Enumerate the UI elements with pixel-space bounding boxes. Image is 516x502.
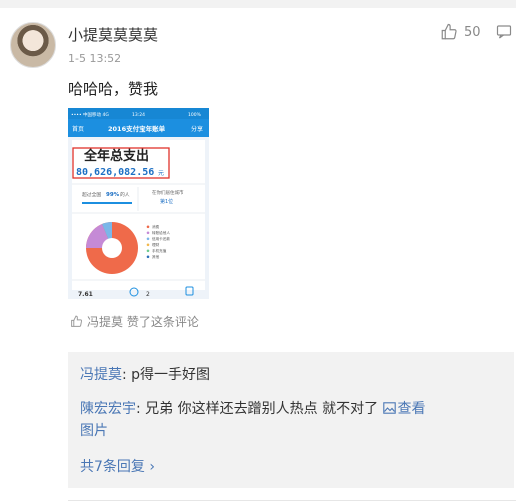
nav-share: 分享: [191, 125, 203, 133]
legend-dot: [146, 243, 150, 247]
legend-label: 理财: [152, 242, 160, 247]
rank-label: 在你们居住城市: [152, 189, 184, 196]
total-amount: 80,626,082.56: [76, 167, 154, 178]
comment-username[interactable]: 小提莫莫莫莫: [68, 24, 158, 45]
legend-dot: [146, 255, 150, 259]
beat-suffix: 的人: [120, 191, 130, 198]
nav-title: 2016支付宝年账单: [108, 124, 166, 133]
liked-by[interactable]: 冯提莫 赞了这条评论: [70, 313, 199, 330]
reply-box: 冯提莫: p得一手好图 陳宏宏宇: 兄弟 你这样还去蹭别人热点 就不对了 查看图…: [68, 352, 514, 488]
status-battery: 100%: [188, 112, 202, 118]
legend-dot: [146, 231, 150, 235]
status-time: 13:24: [132, 112, 145, 118]
status-carrier: •••• 中国移动 4G: [71, 111, 109, 118]
legend-label: 手机充值: [152, 248, 167, 253]
comment-text: 哈哈哈，赞我: [68, 80, 159, 98]
legend-label: 转账给他人: [152, 230, 170, 235]
reply-text: : 兄弟 你这样还去蹭别人热点 就不对了: [136, 401, 383, 417]
legend-dot: [146, 225, 150, 229]
nav-back: 首页: [72, 125, 84, 133]
bottom-right-value: 2: [146, 291, 150, 298]
reply-text: : p得一手好图: [122, 367, 211, 383]
legend-dot: [146, 249, 150, 253]
thumbs-up-icon: [71, 315, 83, 327]
reply-item: 陳宏宏宇: 兄弟 你这样还去蹭别人热点 就不对了 查看 图片: [80, 398, 502, 442]
like-count: 50: [464, 24, 481, 40]
comment-time: 1-5 13:52: [68, 52, 122, 65]
more-replies-link[interactable]: 共7条回复 ›: [80, 456, 155, 476]
legend-label: 信用卡还款: [152, 236, 170, 241]
bottom-left-value: 7.61: [78, 291, 93, 298]
total-unit: 元: [158, 170, 164, 177]
top-divider: [0, 0, 516, 8]
image-icon: [382, 402, 396, 414]
view-image-link-wrap: 图片: [80, 423, 108, 439]
beat-label: 超过全国: [82, 191, 101, 198]
divider: [68, 500, 516, 501]
liked-by-text: 冯提莫 赞了这条评论: [87, 315, 199, 329]
legend-label: 消费: [152, 224, 160, 229]
thumbs-up-icon: [441, 23, 457, 40]
reply-item: 冯提莫: p得一手好图: [80, 364, 500, 386]
beat-value: 99%: [106, 192, 120, 198]
legend-label: 其他: [152, 254, 160, 259]
total-label: 全年总支出: [83, 148, 149, 164]
reply-user[interactable]: 陳宏宏宇: [80, 401, 136, 417]
legend-dot: [146, 237, 150, 241]
alipay-bill-screenshot: •••• 中国移动 4G 13:24 100% 首页 2016支付宝年账单 分享…: [68, 108, 209, 299]
avatar[interactable]: [10, 22, 56, 68]
comment-icon: [496, 25, 512, 39]
like-button[interactable]: 50: [440, 22, 481, 42]
reply-user[interactable]: 冯提莫: [80, 367, 122, 383]
rank-value: 第1位: [160, 198, 173, 205]
reply-button[interactable]: [496, 24, 512, 40]
comment-image[interactable]: •••• 中国移动 4G 13:24 100% 首页 2016支付宝年账单 分享…: [68, 108, 209, 299]
